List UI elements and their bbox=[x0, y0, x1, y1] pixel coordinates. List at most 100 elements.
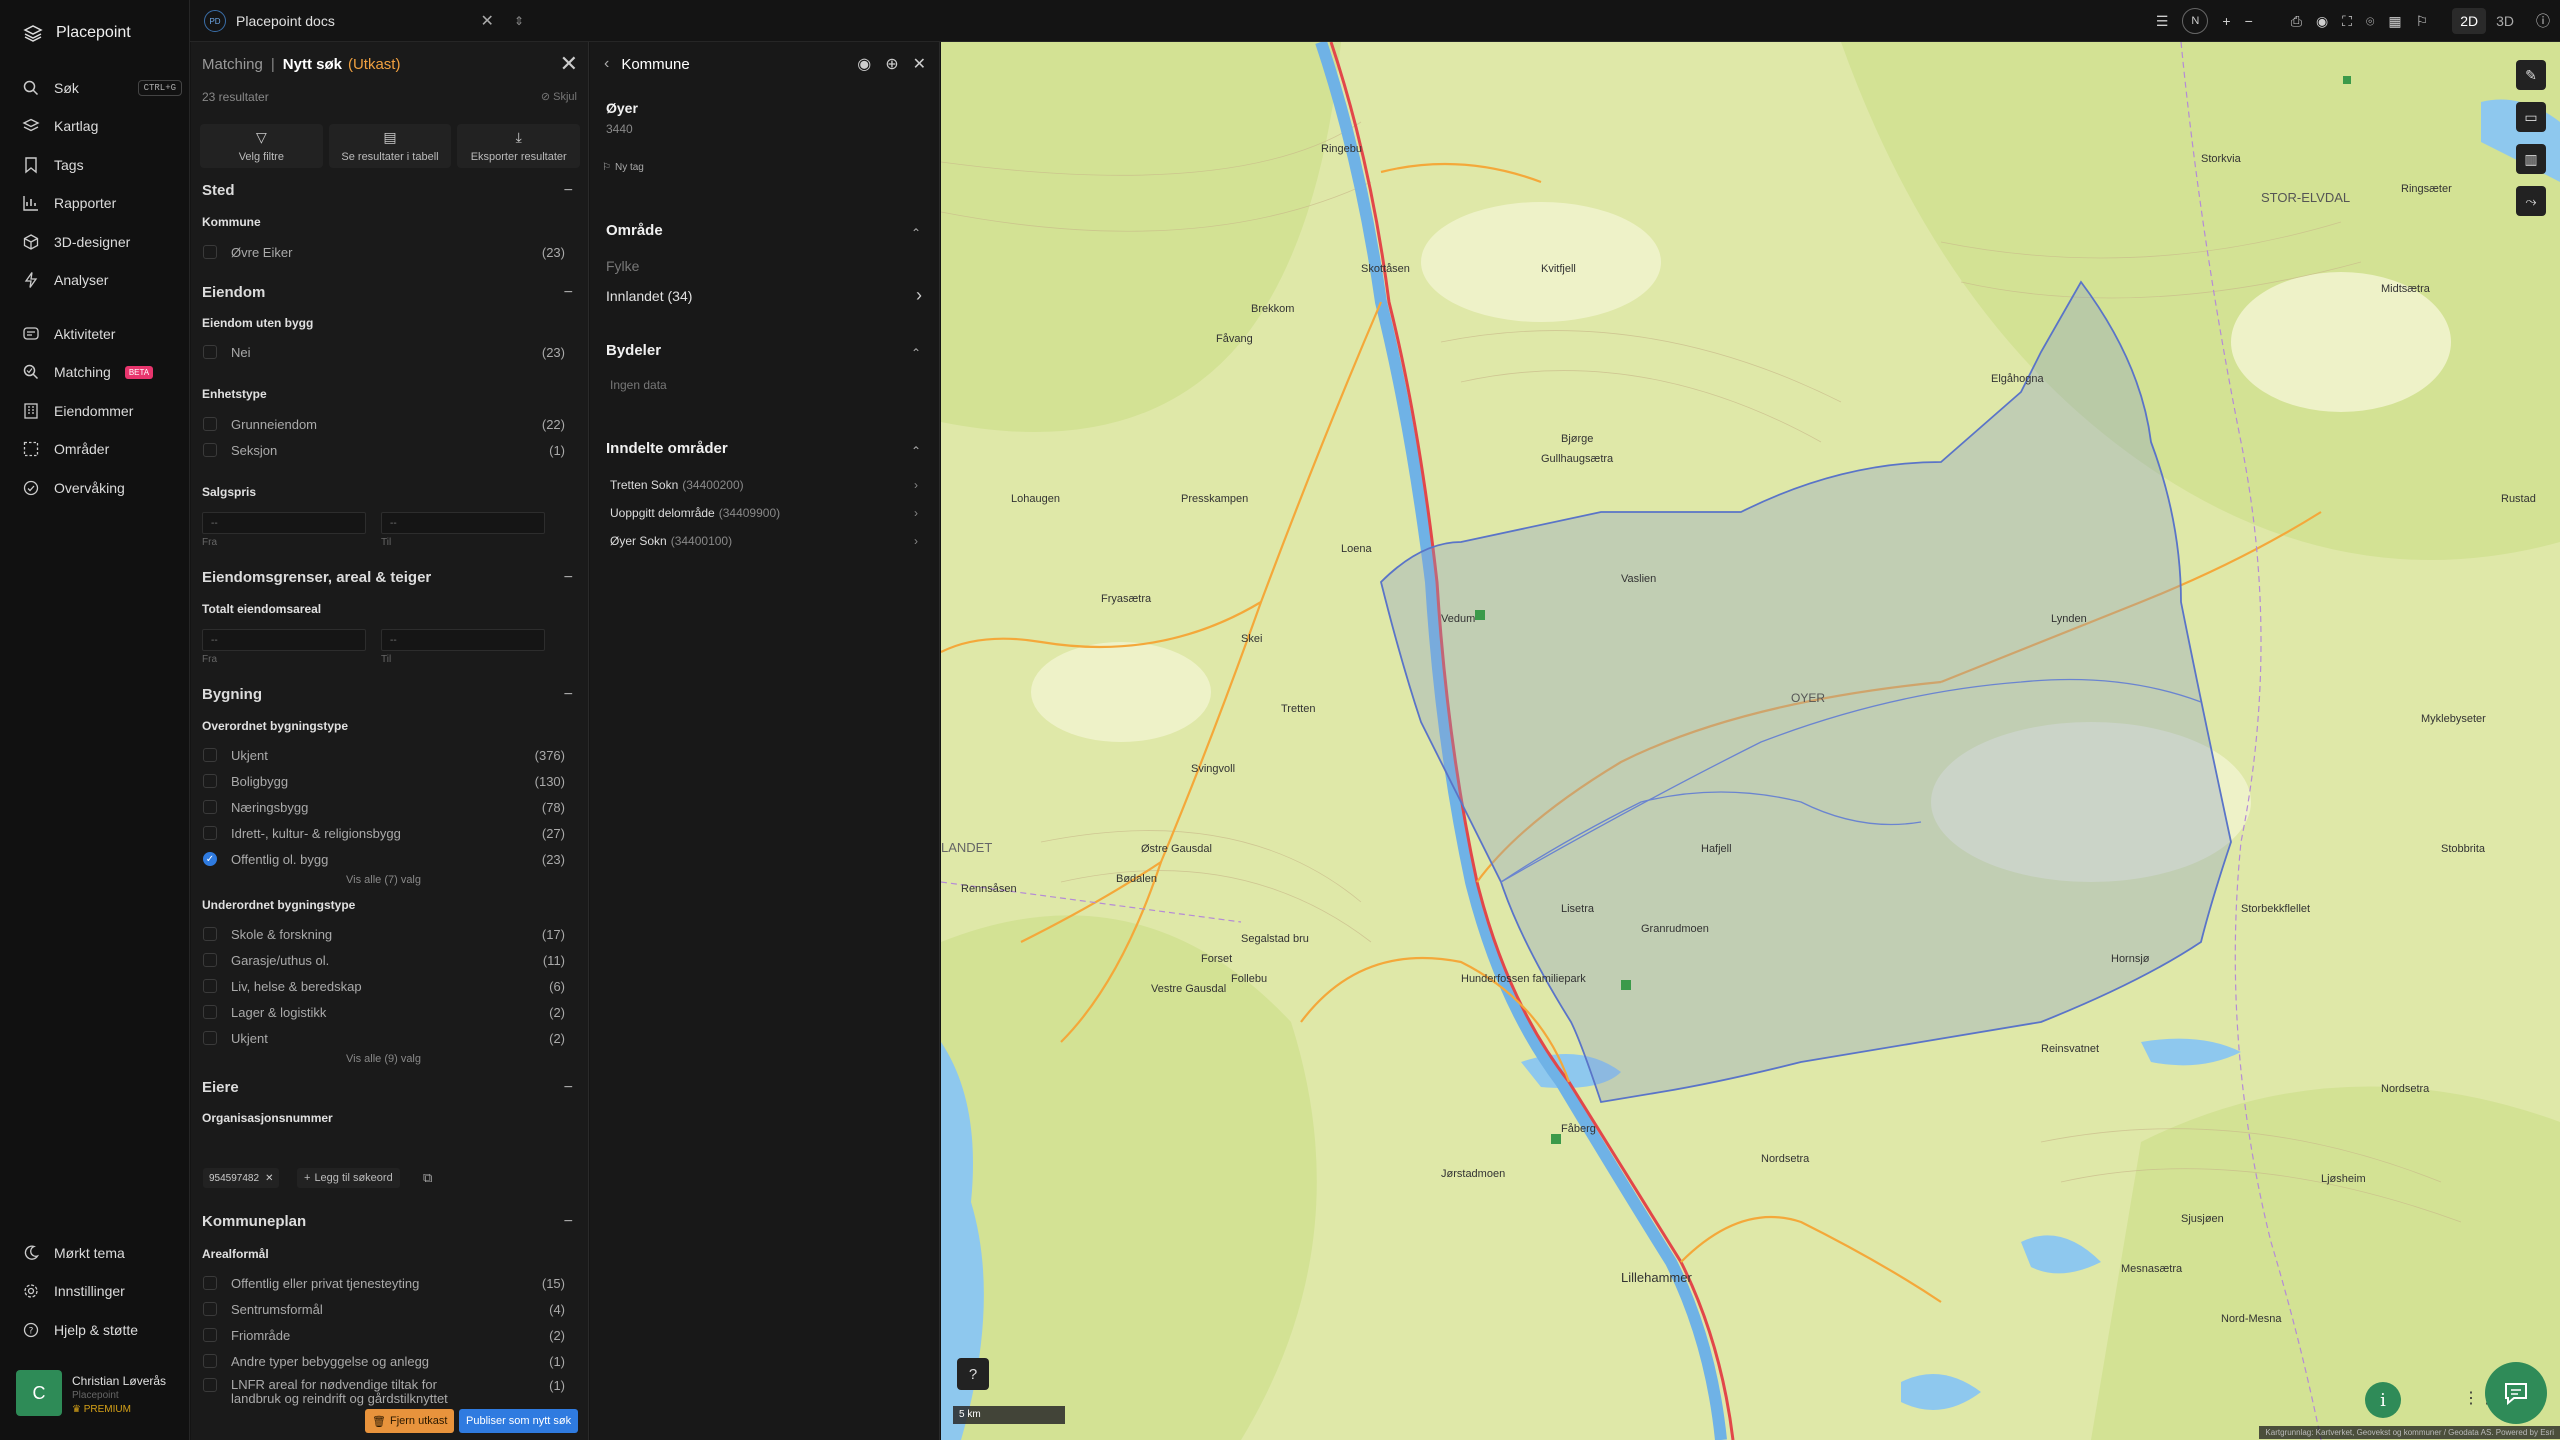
eye-icon[interactable]: ◉ bbox=[857, 54, 871, 74]
option-offentlig[interactable]: ✓ Offentlig ol. bygg (23) bbox=[203, 850, 565, 868]
grid-icon[interactable]: ▦ bbox=[2388, 13, 2401, 30]
checkbox[interactable] bbox=[203, 774, 217, 788]
document-selector[interactable]: PD Placepoint docs ✕ ⇕ bbox=[204, 6, 524, 36]
section-eiendomsgrenser[interactable]: Eiendomsgrenser, areal & teiger bbox=[202, 569, 431, 586]
section-sted[interactable]: Sted bbox=[202, 182, 235, 199]
measure-icon[interactable]: ▭ bbox=[2516, 102, 2546, 132]
checkbox[interactable] bbox=[203, 1302, 217, 1316]
routing-icon[interactable]: ⤳ bbox=[2516, 186, 2546, 216]
brand[interactable]: Placepoint bbox=[22, 20, 131, 46]
sub-area-row[interactable]: Tretten Sokn (34400200) › bbox=[610, 478, 918, 492]
nav-item-overvaking[interactable]: Overvåking bbox=[22, 476, 182, 500]
checkbox-checked[interactable]: ✓ bbox=[203, 852, 217, 866]
section-eiere[interactable]: Eiere bbox=[202, 1079, 239, 1096]
option-ukjent-under[interactable]: Ukjent (2) bbox=[203, 1029, 565, 1047]
checkbox[interactable] bbox=[203, 800, 217, 814]
mode-3d-button[interactable]: 3D bbox=[2488, 8, 2522, 34]
orgnr-chip[interactable]: 954597482 ✕ bbox=[203, 1168, 280, 1188]
collapse-icon[interactable]: − bbox=[564, 284, 573, 302]
nav-item-omrader[interactable]: Områder bbox=[22, 437, 182, 461]
draw-polygon-icon[interactable]: ✎ bbox=[2516, 60, 2546, 90]
option-andre-typer[interactable]: Andre typer bebyggelse og anlegg (1) bbox=[203, 1352, 565, 1370]
chevron-up-icon[interactable]: ⌃ bbox=[911, 346, 921, 360]
section-bygning[interactable]: Bygning bbox=[202, 686, 262, 703]
chart-icon[interactable]: ▥ bbox=[2516, 144, 2546, 174]
price-to-input[interactable] bbox=[381, 512, 545, 534]
option-friomrade[interactable]: Friområde (2) bbox=[203, 1326, 565, 1344]
add-keyword-button[interactable]: + Legg til søkeord bbox=[297, 1168, 400, 1188]
option-skole[interactable]: Skole & forskning (17) bbox=[203, 925, 565, 943]
checkbox[interactable] bbox=[203, 345, 217, 359]
chevron-updown-icon[interactable]: ⇕ bbox=[514, 14, 524, 28]
collapse-icon[interactable]: − bbox=[564, 182, 573, 200]
map-help-button[interactable]: ? bbox=[957, 1358, 989, 1390]
nav-item-matching[interactable]: Matching BETA bbox=[22, 360, 182, 384]
print-icon[interactable]: ⎙ bbox=[2291, 13, 2302, 30]
option-nei[interactable]: Nei (23) bbox=[203, 343, 565, 361]
sub-area-row[interactable]: Øyer Sokn (34400100) › bbox=[610, 534, 918, 548]
remove-draft-button[interactable]: 🗑 Fjern utkast bbox=[365, 1409, 455, 1433]
checkbox[interactable] bbox=[203, 927, 217, 941]
area-to-input[interactable] bbox=[381, 629, 545, 651]
section-bydeler[interactable]: Bydeler bbox=[606, 342, 661, 359]
nav-item-help[interactable]: ? Hjelp & støtte bbox=[22, 1318, 182, 1342]
nav-item-search[interactable]: Søk CTRL+G bbox=[22, 76, 182, 100]
locate-icon[interactable]: ⊕ bbox=[885, 54, 898, 74]
chevron-up-icon[interactable]: ⌃ bbox=[911, 444, 921, 458]
export-button[interactable]: ⤓ Eksporter resultater bbox=[457, 124, 581, 168]
checkbox[interactable] bbox=[203, 979, 217, 993]
compass-button[interactable]: N bbox=[2182, 8, 2209, 34]
publish-button[interactable]: Publiser som nytt søk bbox=[459, 1409, 579, 1433]
fylke-row[interactable]: Innlandet (34) › bbox=[606, 285, 922, 306]
collapse-icon[interactable]: − bbox=[564, 1213, 573, 1231]
section-eiendom[interactable]: Eiendom bbox=[202, 284, 265, 301]
option-lnfr[interactable]: LNFR areal for nødvendige tiltak for lan… bbox=[203, 1378, 565, 1406]
collapse-icon[interactable]: − bbox=[564, 686, 573, 704]
breadcrumb-matching[interactable]: Matching bbox=[202, 56, 263, 73]
checkbox[interactable] bbox=[203, 953, 217, 967]
nav-item-3d-designer[interactable]: 3D-designer bbox=[22, 230, 182, 254]
option-lager[interactable]: Lager & logistikk (2) bbox=[203, 1003, 565, 1021]
option-boligbygg[interactable]: Boligbygg (130) bbox=[203, 772, 565, 790]
zoom-in-icon[interactable]: + bbox=[2222, 13, 2230, 29]
section-kommuneplan[interactable]: Kommuneplan bbox=[202, 1213, 306, 1230]
checkbox[interactable] bbox=[203, 748, 217, 762]
camera-icon[interactable]: ⌾ bbox=[2366, 13, 2374, 30]
map-canvas[interactable]: Ringebu STOR-ELVDAL Kvitfjell Skottåsen … bbox=[941, 42, 2560, 1440]
checkbox[interactable] bbox=[203, 443, 217, 457]
nav-item-kartlag[interactable]: Kartlag bbox=[22, 114, 182, 138]
checkbox[interactable] bbox=[203, 1276, 217, 1290]
copy-icon[interactable]: ⧉ bbox=[423, 1170, 432, 1186]
choose-filters-button[interactable]: ▽ Velg filtre bbox=[200, 124, 323, 168]
new-tag-button[interactable]: ⚐ Ny tag bbox=[602, 162, 644, 173]
chevron-up-icon[interactable]: ⌃ bbox=[911, 226, 921, 240]
checkbox[interactable] bbox=[203, 1005, 217, 1019]
checkbox[interactable] bbox=[203, 245, 217, 259]
close-icon[interactable]: ✕ bbox=[913, 54, 926, 74]
option-naeringsbygg[interactable]: Næringsbygg (78) bbox=[203, 798, 565, 816]
nav-item-analyser[interactable]: Analyser bbox=[22, 268, 182, 292]
bookmark-map-icon[interactable]: ⚐ bbox=[2416, 13, 2429, 30]
checkbox[interactable] bbox=[203, 417, 217, 431]
zoom-out-icon[interactable]: − bbox=[2245, 13, 2253, 29]
nav-item-dark-theme[interactable]: Mørkt tema bbox=[22, 1241, 182, 1265]
user-card[interactable]: C Christian Løverås Placepoint ♛ PREMIUM bbox=[16, 1370, 176, 1416]
section-inndelte[interactable]: Inndelte områder bbox=[606, 440, 728, 457]
fullscreen-icon[interactable]: ⛶ bbox=[2342, 13, 2352, 30]
option-garasje[interactable]: Garasje/uthus ol. (11) bbox=[203, 951, 565, 969]
price-from-input[interactable] bbox=[202, 512, 366, 534]
option-grunneiendom[interactable]: Grunneiendom (22) bbox=[203, 415, 565, 433]
collapse-icon[interactable]: − bbox=[564, 569, 573, 587]
collapse-icon[interactable]: − bbox=[564, 1079, 573, 1097]
checkbox[interactable] bbox=[203, 1378, 217, 1392]
table-view-button[interactable]: ▤ Se resultater i tabell bbox=[328, 124, 452, 168]
info-icon[interactable]: ⓘ bbox=[2536, 11, 2550, 31]
map-svg[interactable]: Ringebu STOR-ELVDAL Kvitfjell Skottåsen … bbox=[941, 42, 2560, 1440]
clear-document-icon[interactable]: ✕ bbox=[481, 11, 494, 31]
area-from-input[interactable] bbox=[202, 629, 366, 651]
checkbox[interactable] bbox=[203, 1328, 217, 1342]
option-offentlig-tjeneste[interactable]: Offentlig eller privat tjenesteyting (15) bbox=[203, 1274, 565, 1292]
option-ovre-eiker[interactable]: Øvre Eiker (23) bbox=[203, 243, 565, 261]
section-omrade[interactable]: Område bbox=[606, 222, 663, 239]
nav-item-settings[interactable]: Innstillinger bbox=[22, 1279, 182, 1303]
